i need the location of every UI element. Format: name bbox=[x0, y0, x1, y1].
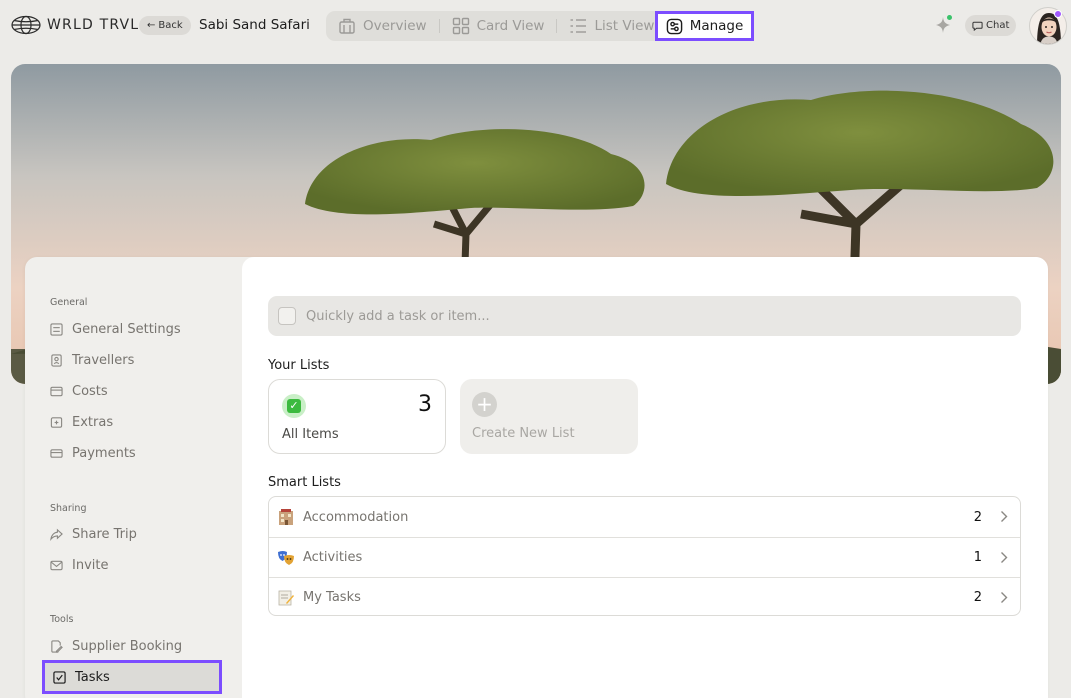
sidebar-item-label: Share Trip bbox=[72, 526, 137, 542]
quick-add-placeholder: Quickly add a task or item... bbox=[306, 308, 490, 324]
chat-button[interactable]: Chat bbox=[965, 15, 1017, 36]
list-label: All Items bbox=[282, 427, 339, 442]
smart-list-label: Accommodation bbox=[303, 509, 409, 525]
sidebar-item-extras[interactable]: Extras bbox=[50, 412, 113, 432]
chat-label: Chat bbox=[986, 20, 1010, 31]
memo-emoji-icon bbox=[278, 590, 294, 606]
trip-title: Sabi Sand Safari bbox=[199, 17, 310, 33]
chevron-right-icon bbox=[1001, 552, 1008, 563]
sidebar-item-label: Extras bbox=[72, 414, 114, 430]
smart-lists: Accommodation 2 Activities 1 My Tasks 2 bbox=[268, 496, 1021, 616]
list-card-all-items[interactable]: ✓ 3 All Items bbox=[268, 379, 446, 454]
tab-card-view[interactable]: Card View bbox=[440, 11, 557, 41]
quick-add-task-input[interactable]: Quickly add a task or item... bbox=[268, 296, 1021, 336]
sidebar-item-travellers[interactable]: Travellers bbox=[50, 350, 134, 370]
smart-list-count: 2 bbox=[973, 590, 982, 605]
app-logo[interactable]: WRLD TRVL bbox=[11, 15, 139, 35]
sidebar-item-supplier-booking[interactable]: Supplier Booking bbox=[50, 636, 182, 656]
smart-list-row-activities[interactable]: Activities 1 bbox=[269, 537, 1020, 577]
mail-icon bbox=[50, 560, 63, 570]
grid-icon bbox=[452, 17, 469, 35]
tab-overview-label: Overview bbox=[363, 18, 427, 34]
edit-document-icon bbox=[51, 639, 63, 653]
chevron-right-icon bbox=[1001, 511, 1008, 522]
globe-icon bbox=[11, 15, 41, 35]
online-dot bbox=[947, 15, 952, 20]
back-button[interactable]: ← Back bbox=[139, 16, 191, 35]
sidebar-item-tasks[interactable]: Tasks bbox=[42, 660, 222, 694]
masks-emoji-icon bbox=[278, 551, 294, 565]
smart-list-label: My Tasks bbox=[303, 590, 361, 605]
back-label: Back bbox=[158, 20, 183, 31]
tab-overview[interactable]: Overview bbox=[326, 11, 439, 41]
sidebar-item-label: Travellers bbox=[72, 352, 135, 368]
credit-card-icon bbox=[50, 448, 63, 458]
smart-list-row-my-tasks[interactable]: My Tasks 2 bbox=[269, 577, 1020, 617]
sidebar-item-label: General Settings bbox=[72, 321, 181, 337]
chat-bubble-icon bbox=[972, 21, 983, 31]
smart-list-count: 1 bbox=[973, 550, 982, 565]
smart-list-count: 2 bbox=[973, 509, 982, 525]
sidebar-item-label: Costs bbox=[72, 383, 108, 399]
arrow-left-icon: ← bbox=[147, 20, 156, 31]
checkbox-emoji-icon: ✓ bbox=[282, 394, 306, 418]
manage-icon bbox=[666, 18, 682, 34]
tab-card-view-label: Card View bbox=[476, 18, 545, 34]
checkbox-icon bbox=[53, 670, 66, 684]
sidebar-item-label: Invite bbox=[72, 557, 109, 573]
create-list-label: Create New List bbox=[472, 426, 575, 441]
tab-list-view[interactable]: List View bbox=[557, 11, 666, 41]
quick-add-checkbox[interactable] bbox=[278, 307, 296, 325]
sidebar-group-general: General bbox=[50, 297, 88, 308]
wallet-icon bbox=[50, 386, 63, 396]
plus-icon: + bbox=[472, 392, 497, 417]
hotel-emoji-icon bbox=[279, 509, 293, 525]
tab-manage[interactable]: Manage bbox=[655, 11, 754, 41]
chevron-right-icon bbox=[1001, 592, 1008, 603]
sidebar-item-label: Supplier Booking bbox=[72, 638, 183, 654]
sidebar-group-sharing: Sharing bbox=[50, 503, 87, 514]
share-arrow-icon bbox=[50, 528, 63, 541]
smart-list-label: Activities bbox=[303, 550, 363, 565]
badge-icon bbox=[51, 353, 62, 367]
sidebar-item-general-settings[interactable]: General Settings bbox=[50, 319, 181, 339]
sidebar-group-tools: Tools bbox=[50, 614, 74, 625]
notification-dot bbox=[1054, 10, 1062, 18]
list-icon bbox=[570, 19, 587, 33]
tab-list-view-label: List View bbox=[594, 18, 655, 34]
top-bar: WRLD TRVL ← Back Sabi Sand Safari Overvi… bbox=[0, 0, 1071, 52]
building-icon bbox=[339, 18, 355, 34]
sidebar-item-payments[interactable]: Payments bbox=[50, 443, 136, 463]
sidebar-item-invite[interactable]: Invite bbox=[50, 555, 108, 575]
your-lists-heading: Your Lists bbox=[268, 358, 330, 373]
sidebar-item-costs[interactable]: Costs bbox=[50, 381, 108, 401]
sidebar-item-label: Tasks bbox=[75, 669, 110, 685]
list-count: 3 bbox=[418, 392, 432, 417]
add-box-icon bbox=[50, 416, 63, 428]
sidebar-item-label: Payments bbox=[72, 445, 136, 461]
app-name: WRLD TRVL bbox=[47, 17, 140, 33]
view-tabs: Overview Card View List View Manage bbox=[326, 11, 754, 41]
sidebar-item-share-trip[interactable]: Share Trip bbox=[50, 524, 137, 544]
tab-manage-label: Manage bbox=[689, 18, 744, 34]
smart-list-row-accommodation[interactable]: Accommodation 2 bbox=[269, 497, 1020, 537]
sliders-icon bbox=[50, 322, 63, 336]
smart-lists-heading: Smart Lists bbox=[268, 475, 341, 490]
create-new-list-button[interactable]: + Create New List bbox=[460, 379, 638, 454]
